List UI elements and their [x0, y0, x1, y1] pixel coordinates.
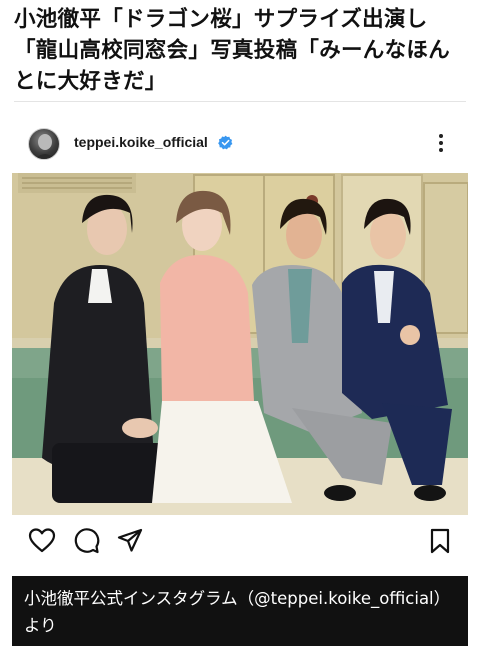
- photo-caption: 小池徹平公式インスタグラム（@teppei.koike_official）より: [12, 576, 468, 646]
- post-header: teppei.koike_official: [12, 116, 468, 174]
- verified-badge-icon: [218, 135, 233, 150]
- divider: [14, 101, 466, 102]
- heart-icon[interactable]: [28, 527, 56, 555]
- comment-icon[interactable]: [72, 527, 100, 555]
- post-actions: [12, 516, 468, 566]
- group-photo-illustration: [12, 173, 468, 515]
- post-username[interactable]: teppei.koike_official: [74, 134, 208, 150]
- bookmark-icon[interactable]: [426, 527, 454, 555]
- more-options-icon[interactable]: [432, 132, 450, 154]
- instagram-post: teppei.koike_official: [12, 116, 468, 574]
- article-headline: 小池徹平「ドラゴン桜」サプライズ出演し「龍山高校同窓会」写真投稿「みーんなほんと…: [14, 7, 451, 94]
- send-icon[interactable]: [116, 527, 144, 555]
- profile-avatar[interactable]: [28, 128, 60, 160]
- post-photo[interactable]: [12, 173, 468, 515]
